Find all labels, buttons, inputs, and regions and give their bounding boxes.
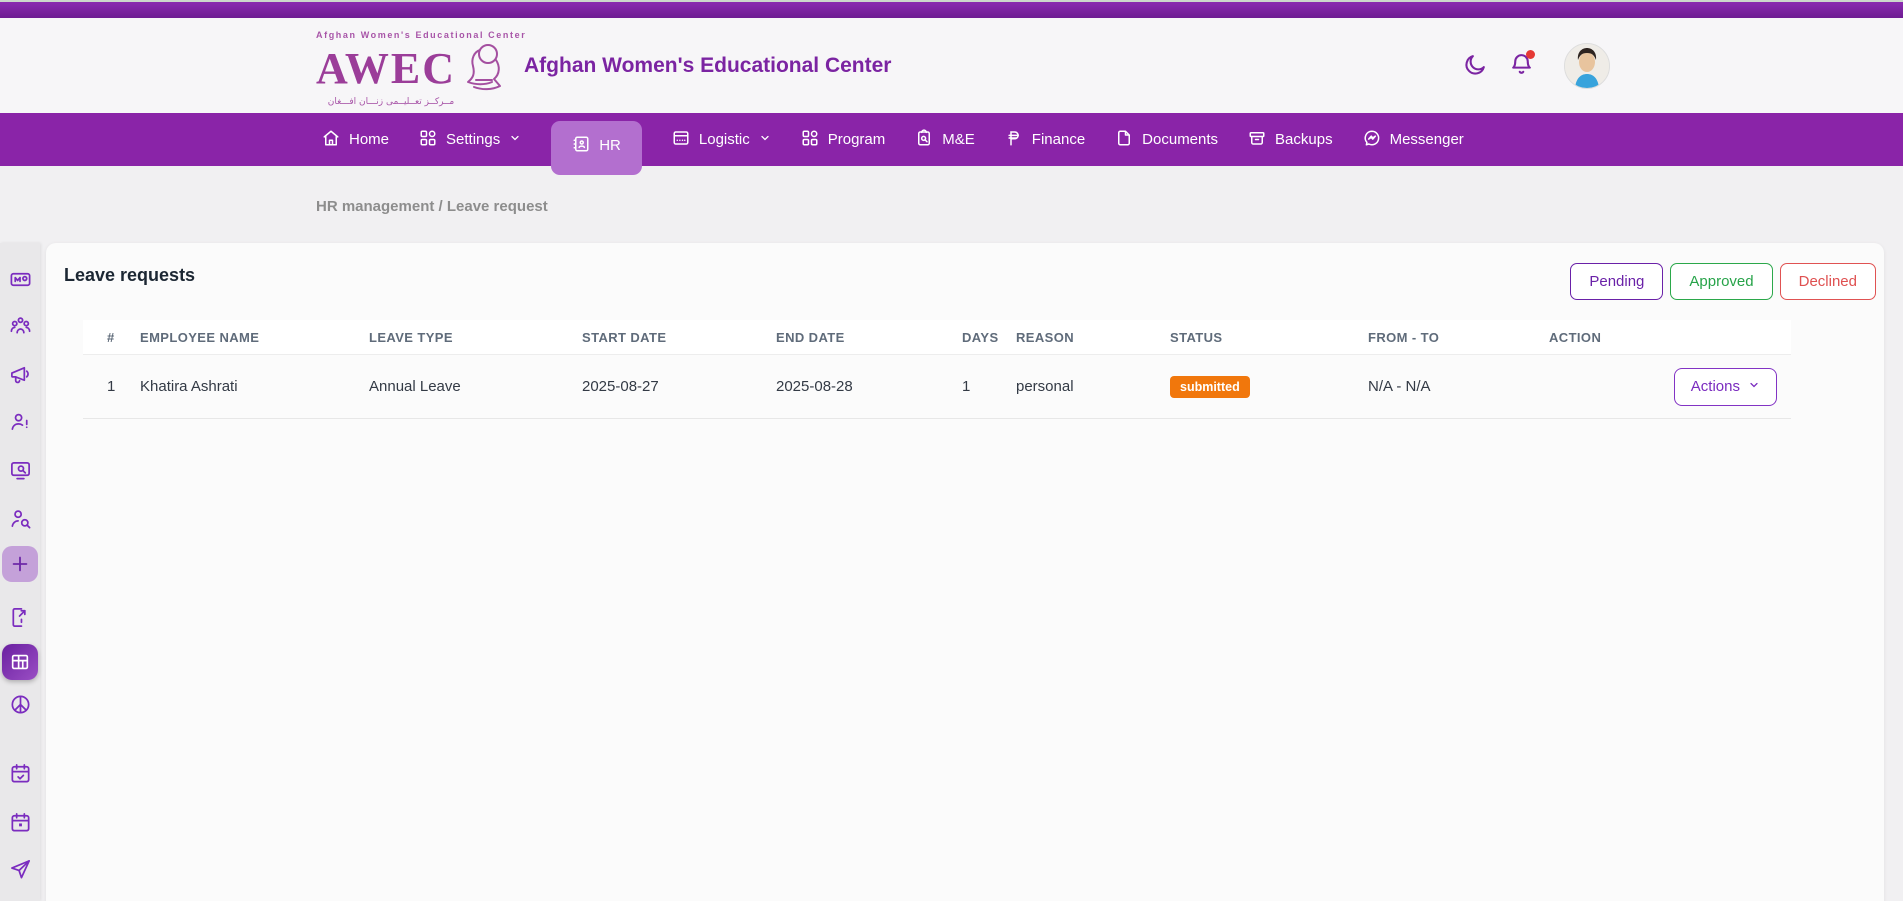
nav-label: HR — [599, 137, 621, 154]
col-status: STATUS — [1170, 330, 1368, 345]
home-icon — [322, 129, 340, 151]
col-days: DAYS — [962, 330, 1016, 345]
nav-item-documents[interactable]: Documents — [1115, 129, 1218, 151]
nav-label: Logistic — [699, 131, 750, 148]
top-accent-bar — [0, 0, 1903, 18]
dark-mode-toggle[interactable] — [1460, 51, 1490, 81]
address-book-icon — [572, 135, 590, 157]
cell-days: 1 — [962, 378, 1016, 395]
cell-leave-type: Annual Leave — [369, 378, 582, 395]
grid-icon — [801, 129, 819, 151]
col-reason: REASON — [1016, 330, 1170, 345]
cell-end-date: 2025-08-28 — [776, 378, 962, 395]
nav-item-hr[interactable]: HR — [551, 121, 642, 175]
users-group-icon[interactable] — [3, 308, 37, 342]
nav-item-logistic[interactable]: Logistic — [672, 129, 771, 151]
archive-icon — [1248, 129, 1266, 151]
nav-label: Documents — [1142, 131, 1218, 148]
nav-label: Settings — [446, 131, 500, 148]
peace-icon[interactable] — [3, 687, 37, 721]
nav-item-home[interactable]: Home — [322, 129, 389, 151]
avatar[interactable] — [1564, 43, 1610, 89]
user-alert-icon[interactable] — [3, 404, 37, 438]
table-icon[interactable] — [2, 644, 38, 680]
cell-reason: personal — [1016, 378, 1170, 395]
nav-label: Finance — [1032, 131, 1085, 148]
notifications-button[interactable] — [1506, 51, 1536, 81]
pending-filter-button[interactable]: Pending — [1570, 263, 1663, 300]
main-nav: Home Settings HR — [0, 113, 1903, 166]
chevron-down-icon — [1748, 378, 1760, 395]
nav-item-program[interactable]: Program — [801, 129, 886, 151]
nav-item-settings[interactable]: Settings — [419, 129, 521, 151]
user-search-icon[interactable] — [3, 501, 37, 535]
approved-filter-button[interactable]: Approved — [1670, 263, 1772, 300]
exit-icon[interactable] — [3, 600, 37, 634]
sidebar — [0, 243, 40, 901]
messenger-icon — [1363, 129, 1381, 151]
filter-buttons: Pending Approved Declined — [1570, 263, 1876, 300]
nav-label: Home — [349, 131, 389, 148]
nav-label: Program — [828, 131, 886, 148]
cell-action: Actions — [1549, 368, 1791, 406]
screen-search-icon[interactable] — [3, 453, 37, 487]
awec-logo[interactable]: Afghan Women's Educational Center AWEC م… — [316, 30, 506, 107]
leave-requests-card: Leave requests Pending Approved Declined… — [46, 243, 1884, 901]
breadcrumb: HR management / Leave request — [316, 198, 548, 215]
cell-status: submitted — [1170, 376, 1368, 398]
logo-woman-figure-icon — [458, 40, 510, 97]
nav-item-me[interactable]: M&E — [915, 129, 975, 151]
nav-item-messenger[interactable]: Messenger — [1363, 129, 1464, 151]
notification-dot — [1526, 50, 1535, 59]
table-row: 1 Khatira Ashrati Annual Leave 2025-08-2… — [83, 355, 1791, 419]
send-icon[interactable] — [3, 852, 37, 886]
nav-item-backups[interactable]: Backups — [1248, 129, 1333, 151]
col-start-date: START DATE — [582, 330, 776, 345]
col-leave-type: LEAVE TYPE — [369, 330, 582, 345]
logo-acronym: AWEC — [316, 47, 456, 91]
megaphone-icon[interactable] — [3, 357, 37, 391]
app-window: Afghan Women's Educational Center AWEC م… — [0, 0, 1903, 901]
cell-from-to: N/A - N/A — [1368, 378, 1549, 395]
cell-employee-name: Khatira Ashrati — [140, 378, 369, 395]
logo-arabic-text: مــرکــز تعــلیــمی زنـــان افـــغان — [316, 97, 466, 107]
col-from-to: FROM - TO — [1368, 330, 1549, 345]
projector-icon[interactable] — [3, 262, 37, 296]
table-header-row: # EMPLOYEE NAME LEAVE TYPE START DATE EN… — [83, 320, 1791, 355]
moon-icon — [1463, 52, 1488, 80]
nav-label: M&E — [942, 131, 975, 148]
nav-item-finance[interactable]: Finance — [1005, 129, 1085, 151]
app-header: Afghan Women's Educational Center AWEC م… — [0, 18, 1903, 113]
page-title: Afghan Women's Educational Center — [524, 54, 891, 78]
actions-dropdown-button[interactable]: Actions — [1674, 368, 1777, 406]
cell-start-date: 2025-08-27 — [582, 378, 776, 395]
plus-button[interactable] — [2, 546, 38, 582]
col-employee-name: EMPLOYEE NAME — [140, 330, 369, 345]
cell-num: 1 — [107, 378, 140, 395]
nav-label: Backups — [1275, 131, 1333, 148]
calendar-icon[interactable] — [3, 805, 37, 839]
file-icon — [1115, 129, 1133, 151]
declined-filter-button[interactable]: Declined — [1780, 263, 1876, 300]
logo-top-text: Afghan Women's Educational Center — [316, 30, 506, 40]
chevron-down-icon — [509, 131, 521, 148]
col-action: ACTION — [1549, 330, 1791, 345]
header-actions — [1460, 18, 1610, 113]
currency-icon — [1005, 129, 1023, 151]
card-list-icon — [672, 129, 690, 151]
grid-icon — [419, 129, 437, 151]
card-title: Leave requests — [64, 265, 195, 286]
status-badge: submitted — [1170, 376, 1250, 398]
clipboard-search-icon — [915, 129, 933, 151]
col-num: # — [107, 330, 140, 345]
calendar-check-icon[interactable] — [3, 756, 37, 790]
chevron-down-icon — [759, 131, 771, 148]
leave-requests-table: # EMPLOYEE NAME LEAVE TYPE START DATE EN… — [83, 320, 1791, 419]
col-end-date: END DATE — [776, 330, 962, 345]
nav-label: Messenger — [1390, 131, 1464, 148]
actions-label: Actions — [1691, 378, 1740, 395]
